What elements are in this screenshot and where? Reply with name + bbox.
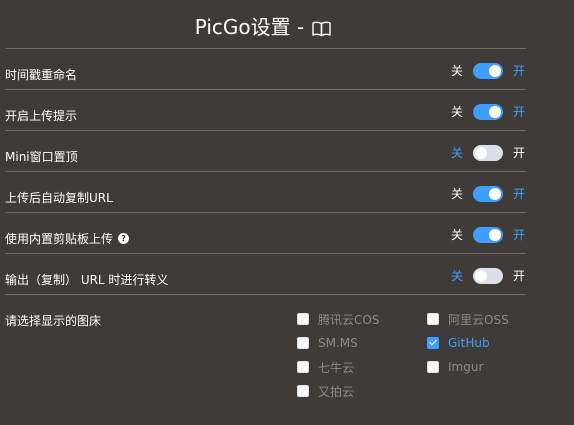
setting-label: Mini窗口置顶 — [5, 150, 78, 164]
picbeds-label: 请选择显示的图床 — [5, 314, 102, 328]
switch-on-label: 开 — [512, 269, 525, 283]
setting-row-clipboard-upload: 使用内置剪贴板上传 ? 关 开 — [5, 212, 526, 253]
checkbox[interactable] — [427, 361, 439, 373]
setting-row-auto-copy: 上传后自动复制URL 关 开 — [5, 171, 526, 212]
rename-toggle[interactable] — [472, 62, 503, 79]
switch-off-label: 关 — [450, 105, 463, 119]
setting-row-upload-notify: 开启上传提示 关 开 — [5, 89, 526, 130]
picbed-option-smms[interactable]: SM.MS — [297, 331, 427, 355]
upload-notify-toggle[interactable] — [472, 103, 503, 120]
clipboard-upload-toggle[interactable] — [472, 226, 503, 243]
question-circle-icon[interactable]: ? — [118, 233, 130, 244]
mini-top-switch-group: 关 开 — [451, 144, 525, 161]
settings-list: 时间戳重命名 关 开 开启上传提示 关 开 Mini窗口置顶 关 开 上传后自动… — [5, 48, 526, 425]
url-escape-toggle[interactable] — [472, 267, 503, 284]
clipboard-upload-switch-group: 关 开 — [451, 226, 525, 243]
setting-label: 上传后自动复制URL — [5, 191, 113, 205]
switch-off-label: 关 — [450, 146, 463, 160]
url-escape-switch-group: 关 开 — [451, 267, 525, 284]
mini-top-toggle[interactable] — [472, 144, 503, 161]
checkbox[interactable] — [297, 337, 309, 349]
page-title-text: PicGo设置 - — [194, 15, 305, 39]
toggle-knob — [474, 269, 487, 282]
picbed-option-upyun[interactable]: 又拍云 — [297, 379, 427, 403]
switch-on-label: 开 — [512, 228, 525, 242]
switch-on-label: 开 — [512, 64, 525, 78]
page-title: PicGo设置 - — [0, 11, 526, 40]
picbed-checkbox-group: 腾讯云COS 阿里云OSS SM.MS GitHub 七牛云 Imgur 又拍云 — [297, 307, 527, 403]
toggle-knob — [488, 228, 501, 241]
switch-on-label: 开 — [512, 187, 525, 201]
rename-switch-group: 关 开 — [451, 62, 525, 79]
toggle-knob — [488, 105, 501, 118]
toggle-knob — [488, 187, 501, 200]
toggle-knob — [488, 64, 501, 77]
upload-notify-switch-group: 关 开 — [451, 103, 525, 120]
switch-on-label: 开 — [512, 105, 525, 119]
setting-row-mini-top: Mini窗口置顶 关 开 — [5, 130, 526, 171]
auto-copy-switch-group: 关 开 — [451, 185, 525, 202]
setting-row-picbeds: 请选择显示的图床 腾讯云COS 阿里云OSS SM.MS GitHub 七牛云 — [5, 294, 526, 425]
switch-on-label: 开 — [512, 146, 525, 160]
auto-copy-toggle[interactable] — [472, 185, 503, 202]
picbed-option-aliyun[interactable]: 阿里云OSS — [427, 307, 527, 331]
switch-off-label: 关 — [450, 269, 463, 283]
checkbox[interactable] — [297, 361, 309, 373]
checkbox-checked[interactable] — [427, 337, 439, 349]
picbed-option-imgur[interactable]: Imgur — [427, 355, 527, 379]
picbed-option-github[interactable]: GitHub — [427, 331, 527, 355]
toggle-knob — [474, 146, 487, 159]
picbed-option-qiniu[interactable]: 七牛云 — [297, 355, 427, 379]
checkbox[interactable] — [297, 313, 309, 325]
book-open-icon[interactable] — [312, 18, 331, 36]
picbed-option-tcyun[interactable]: 腾讯云COS — [297, 307, 427, 331]
setting-row-rename: 时间戳重命名 关 开 — [5, 48, 526, 89]
checkbox[interactable] — [297, 385, 309, 397]
setting-label: 使用内置剪贴板上传 ? — [5, 230, 130, 247]
checkbox[interactable] — [427, 313, 439, 325]
switch-off-label: 关 — [450, 228, 463, 242]
setting-label: 开启上传提示 — [5, 109, 78, 123]
switch-off-label: 关 — [450, 64, 463, 78]
switch-off-label: 关 — [450, 187, 463, 201]
setting-label: 输出（复制） URL 时进行转义 — [5, 273, 169, 287]
setting-label: 时间戳重命名 — [5, 68, 78, 82]
setting-row-url-escape: 输出（复制） URL 时进行转义 关 开 — [5, 253, 526, 294]
